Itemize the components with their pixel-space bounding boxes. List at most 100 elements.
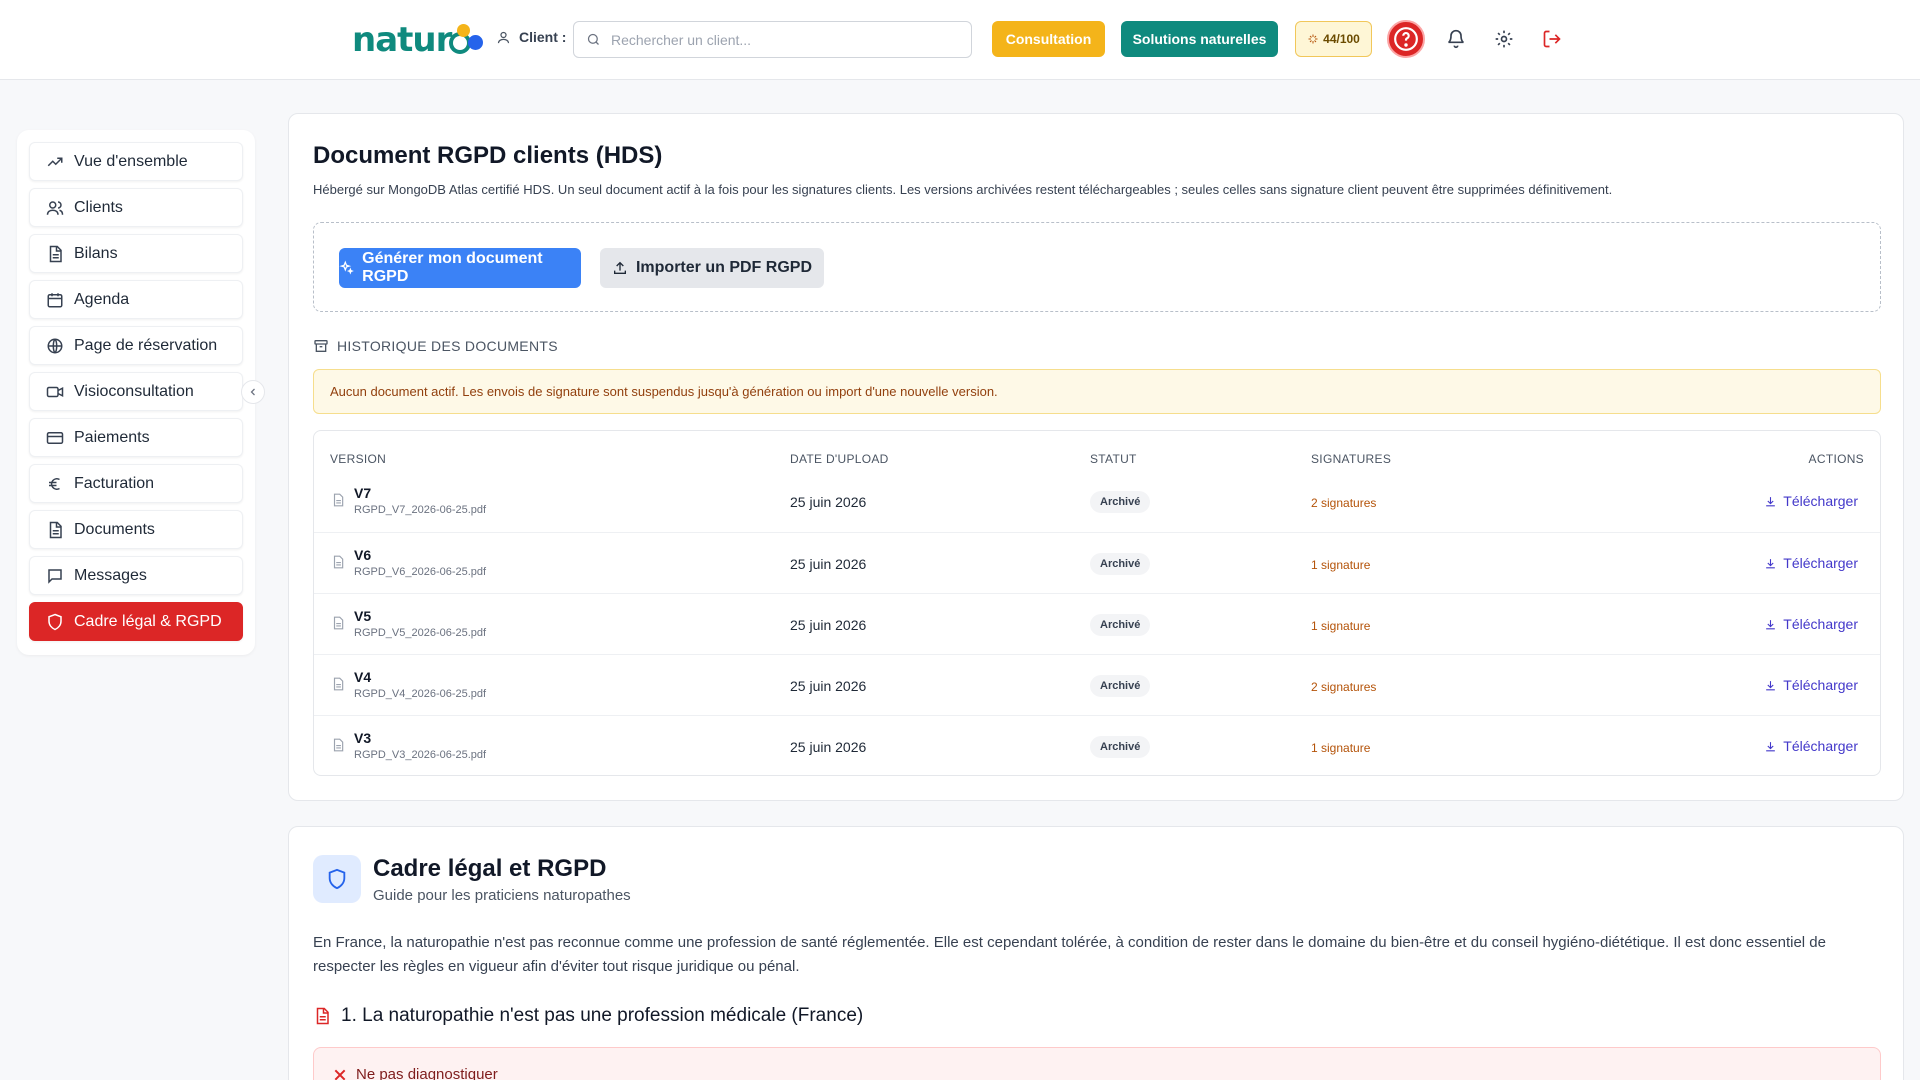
table-row: V3 RGPD_V3_2026-06-25.pdf 25 juin 2026 A… [314,715,1880,775]
row-date: 25 juin 2026 [790,617,867,633]
trending-up-icon [47,157,63,166]
legal-title: Cadre légal et RGPD [373,855,607,882]
legal-intro-paragraph: En France, la naturopathie n'est pas rec… [313,934,1826,975]
row-version: V5 [354,608,372,624]
column-header-version: VERSION [330,452,387,466]
client-label: Client : [496,29,566,45]
file-icon [333,616,344,630]
client-label-text: Client : [519,29,567,45]
download-icon [1766,558,1776,568]
row-signatures: 1 signature [1311,619,1371,633]
shield-icon [328,868,346,890]
score-badge[interactable]: 44/100 [1295,21,1372,57]
row-signatures: 2 signatures [1311,680,1377,694]
row-signatures: 2 signatures [1311,496,1377,510]
status-badge: Archivé [1090,553,1151,575]
sidebar-item-paiements[interactable]: Paiements [29,418,243,457]
sidebar-item-label: Page de réservation [74,336,218,354]
legal-section-title-text: 1. La naturopathie n'est pas une profess… [341,1005,864,1026]
row-date: 25 juin 2026 [790,494,867,510]
rgpd-document-card: Document RGPD clients (HDS) Hébergé sur … [288,113,1904,801]
row-version: V3 [354,730,372,746]
solutions-naturelles-button[interactable]: Solutions naturelles [1121,21,1278,57]
import-pdf-label: Importer un PDF RGPD [635,259,812,276]
row-filename: RGPD_V3_2026-06-25.pdf [354,749,487,761]
row-date: 25 juin 2026 [790,556,867,572]
sidebar-item-label: Paiements [74,428,150,446]
sidebar-item-visio[interactable]: Visioconsultation [29,372,243,411]
row-date: 25 juin 2026 [790,739,867,755]
status-badge: Archivé [1090,675,1151,697]
table-row: V4 RGPD_V4_2026-06-25.pdf 25 juin 2026 A… [314,654,1880,715]
file-icon [333,738,344,752]
logo[interactable]: natur [352,20,484,60]
table-row: V6 RGPD_V6_2026-06-25.pdf 25 juin 2026 A… [314,532,1880,593]
sidebar-item-messages[interactable]: Messages [29,556,243,595]
notifications-button[interactable] [1444,27,1468,51]
sidebar-item-overview[interactable]: Vue d'ensemble [29,142,243,181]
sidebar-item-label: Bilans [74,244,118,262]
user-icon [497,31,510,43]
legal-subtitle: Guide pour les praticiens naturopathes [373,887,631,904]
sidebar-item-label: Documents [74,520,155,538]
table-row: V7 RGPD_V7_2026-06-25.pdf 25 juin 2026 A… [314,471,1880,532]
status-badge: Archivé [1090,491,1151,513]
file-icon [333,555,344,569]
sidebar-item-label: Agenda [74,290,130,308]
download-label: Télécharger [1783,677,1858,693]
row-date: 25 juin 2026 [790,678,867,694]
row-signatures: 1 signature [1311,558,1371,572]
euro-icon [49,477,60,490]
calendar-icon [47,292,63,307]
search-input[interactable] [611,31,951,48]
chevron-left-icon [250,388,255,396]
row-filename: RGPD_V4_2026-06-25.pdf [354,688,487,700]
rgpd-description: Hébergé sur MongoDB Atlas certifié HDS. … [313,182,1613,197]
documents-table: VERSION DATE D'UPLOAD STATUT SIGNATURES … [313,430,1881,776]
download-link[interactable]: Télécharger [1764,493,1858,509]
file-text-icon [49,245,62,262]
column-header-signatures: SIGNATURES [1311,452,1392,466]
download-link[interactable]: Télécharger [1764,677,1858,693]
column-header-actions: ACTIONS [1808,452,1864,466]
logout-icon [1543,30,1561,48]
upload-icon [613,261,626,274]
warning-box-title: Ne pas diagnostiquer [332,1066,498,1080]
globe-icon [47,338,63,353]
sidebar-item-facturation[interactable]: Facturation [29,464,243,503]
client-search[interactable] [573,21,972,58]
generate-rgpd-button[interactable]: Générer mon document RGPD [339,248,581,288]
sidebar-item-bilans[interactable]: Bilans [29,234,243,273]
column-header-status: STATUT [1090,452,1137,466]
users-icon [46,200,64,215]
sidebar-collapse-button[interactable] [241,380,265,404]
sidebar-item-label: Facturation [74,474,155,492]
table-row: V5 RGPD_V5_2026-06-25.pdf 25 juin 2026 A… [314,593,1880,654]
sidebar-item-legal-rgpd[interactable]: Cadre légal & RGPD [29,602,243,641]
download-icon [1766,619,1776,629]
consultation-button[interactable]: Consultation [992,21,1105,57]
row-filename: RGPD_V5_2026-06-25.pdf [354,627,487,639]
row-version: V6 [354,547,372,563]
import-pdf-button[interactable]: Importer un PDF RGPD [600,248,824,288]
logout-button[interactable] [1540,27,1564,51]
top-header: natur Client : Consultation Solutions na… [0,0,1920,80]
legal-shield-badge [313,855,361,903]
sidebar-item-agenda[interactable]: Agenda [29,280,243,319]
sidebar-item-clients[interactable]: Clients [29,188,243,227]
warning-box-title-text: Ne pas diagnostiquer [356,1066,498,1080]
archive-icon [314,340,328,352]
no-active-document-warning: Aucun document actif. Les envois de sign… [313,369,1881,414]
sidebar-item-documents[interactable]: Documents [29,510,243,549]
help-button[interactable] [1387,20,1425,58]
download-link[interactable]: Télécharger [1764,616,1858,632]
row-filename: RGPD_V6_2026-06-25.pdf [354,566,487,578]
x-icon [334,1069,346,1080]
sidebar-item-label: Messages [74,566,147,584]
download-link[interactable]: Télécharger [1764,738,1858,754]
download-link[interactable]: Télécharger [1764,555,1858,571]
row-signatures: 1 signature [1311,741,1371,755]
logo-text: natur [352,20,452,60]
settings-button[interactable] [1492,27,1516,51]
sidebar-item-reservation[interactable]: Page de réservation [29,326,243,365]
